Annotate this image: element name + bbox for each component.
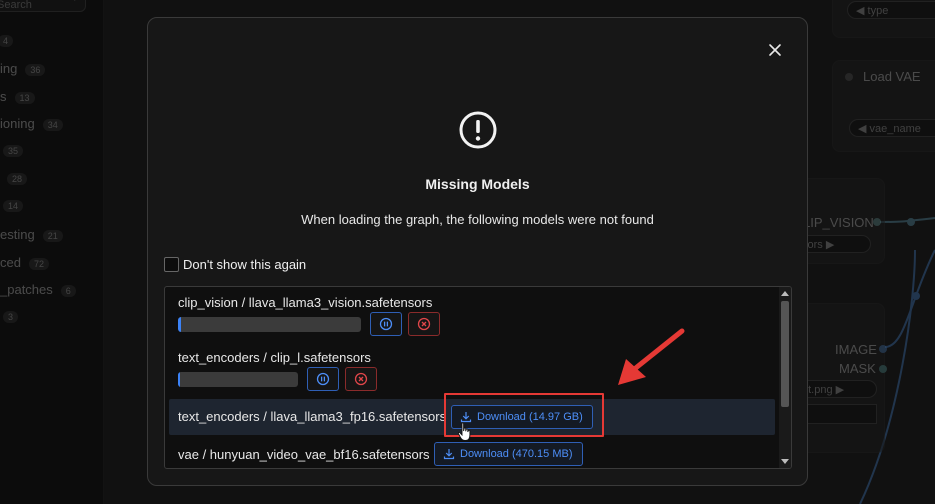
cancel-icon xyxy=(417,317,431,331)
model-name: vae / hunyuan_video_vae_bf16.safetensors xyxy=(178,447,430,462)
pause-download-button[interactable] xyxy=(370,312,402,336)
model-name: text_encoders / clip_l.safetensors xyxy=(178,350,371,365)
close-button[interactable] xyxy=(767,42,783,58)
close-icon xyxy=(769,44,781,56)
warning-circle-icon xyxy=(459,111,497,149)
pause-icon xyxy=(379,317,393,331)
scroll-down-arrow[interactable] xyxy=(781,459,789,464)
download-progress-bar xyxy=(178,372,298,387)
download-progress-fill xyxy=(178,317,181,332)
download-progress-bar xyxy=(178,317,361,332)
dont-show-again-checkbox[interactable] xyxy=(164,257,179,272)
scroll-thumb[interactable] xyxy=(781,301,789,407)
pause-download-button[interactable] xyxy=(307,367,339,391)
model-name: clip_vision / llava_llama3_vision.safete… xyxy=(178,295,433,310)
cancel-icon xyxy=(354,372,368,386)
cancel-download-button[interactable] xyxy=(345,367,377,391)
download-button-label: Download (470.15 MB) xyxy=(460,448,573,460)
missing-models-list[interactable]: clip_vision / llava_llama3_vision.safete… xyxy=(164,286,792,469)
annotation-arrow-icon xyxy=(618,328,685,385)
scroll-up-arrow[interactable] xyxy=(781,291,789,296)
hand-cursor-icon xyxy=(457,422,471,441)
pause-icon xyxy=(316,372,330,386)
model-name: text_encoders / llava_llama3_fp16.safete… xyxy=(178,409,447,424)
dont-show-again-label: Don't show this again xyxy=(183,257,307,272)
dialog-title: Missing Models xyxy=(425,176,530,192)
download-icon xyxy=(443,449,455,460)
app-stage: ◀ type Load VAE ◀ vae_name LIP_VISION so… xyxy=(0,0,935,504)
download-progress-fill xyxy=(178,372,180,387)
download-button[interactable]: Download (470.15 MB) xyxy=(434,442,583,466)
dialog-message: When loading the graph, the following mo… xyxy=(301,212,654,227)
list-scrollbar[interactable] xyxy=(779,287,791,468)
cancel-download-button[interactable] xyxy=(408,312,440,336)
dont-show-again-toggle[interactable]: Don't show this again xyxy=(164,257,306,272)
